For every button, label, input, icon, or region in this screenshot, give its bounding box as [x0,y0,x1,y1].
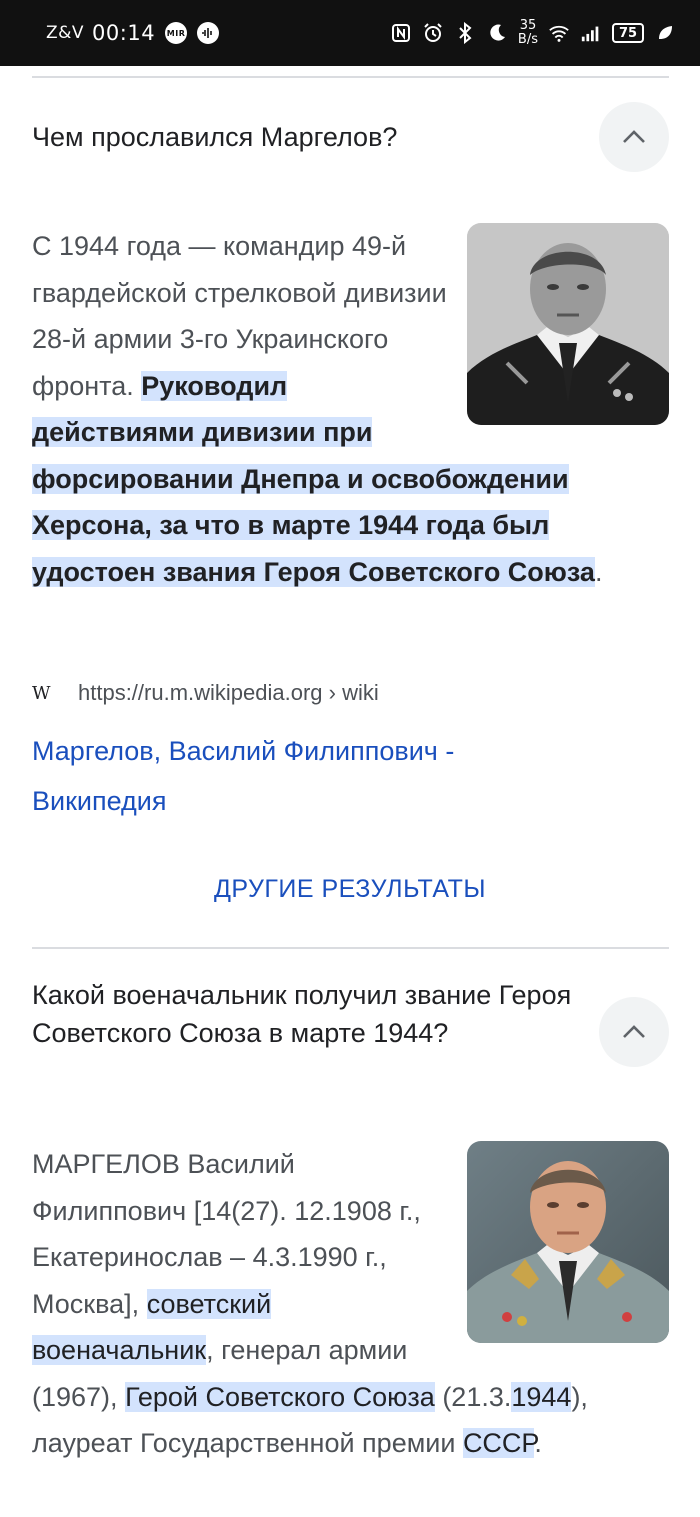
faq1-question[interactable]: Чем прославился Маргелов? [32,118,572,156]
margelov-photo-color[interactable] [467,1141,669,1343]
carrier-label: Z&V [46,23,85,43]
faq2-highlight-2: Герой Советского Союза [125,1381,435,1412]
faq1-answer: С 1944 года — командир 49-й гвардейской … [32,223,672,595]
moon-icon [486,22,508,44]
speed-unit: B/s [517,32,538,47]
faq1-collapse-button[interactable] [599,102,669,172]
chevron-up-icon [623,130,645,143]
status-bar: Z&V 00:14 MIR 35 B/s 75 [0,0,700,66]
faq2-answer: МАРГЕЛОВ Василий Филиппович [14(27). 12.… [32,1141,672,1467]
faq1-result-link[interactable]: Маргелов, Василий Филиппович - Википедия [32,726,592,826]
faq1-source-url[interactable]: https://ru.m.wikipedia.org › wiki [78,680,379,706]
top-divider [32,76,669,78]
faq2-divider [32,947,669,949]
more-results-button[interactable]: ДРУГИЕ РЕЗУЛЬТАТЫ [0,875,700,904]
leaf-icon [654,22,676,44]
faq2-collapse-button[interactable] [599,997,669,1067]
faq2-text-5: . [534,1428,542,1458]
bluetooth-icon [454,22,476,44]
wikipedia-logo-icon: W [32,682,51,704]
nfc-icon [390,22,412,44]
margelov-photo-bw[interactable] [467,223,669,425]
battery-icon: 75 [612,23,644,43]
faq2-text-3: (21.3. [434,1381,512,1412]
network-speed: 35 B/s [518,19,538,47]
faq1-answer-end: . [594,556,603,587]
signal-icon [580,22,602,44]
speed-value: 35 [519,18,537,33]
mir-icon: MIR [165,22,188,44]
alarm-icon [422,22,444,44]
chevron-up-icon [623,1025,645,1038]
faq2-question[interactable]: Какой военачальник получил звание Героя … [32,976,572,1052]
audio-wave-icon [197,22,220,44]
wifi-icon [548,22,570,44]
faq2-highlight-3: 1944 [511,1381,572,1412]
faq2-highlight-4: СССР [462,1428,535,1458]
faq1-source[interactable]: W https://ru.m.wikipedia.org › wiki [32,680,379,706]
clock: 00:14 [92,21,156,45]
